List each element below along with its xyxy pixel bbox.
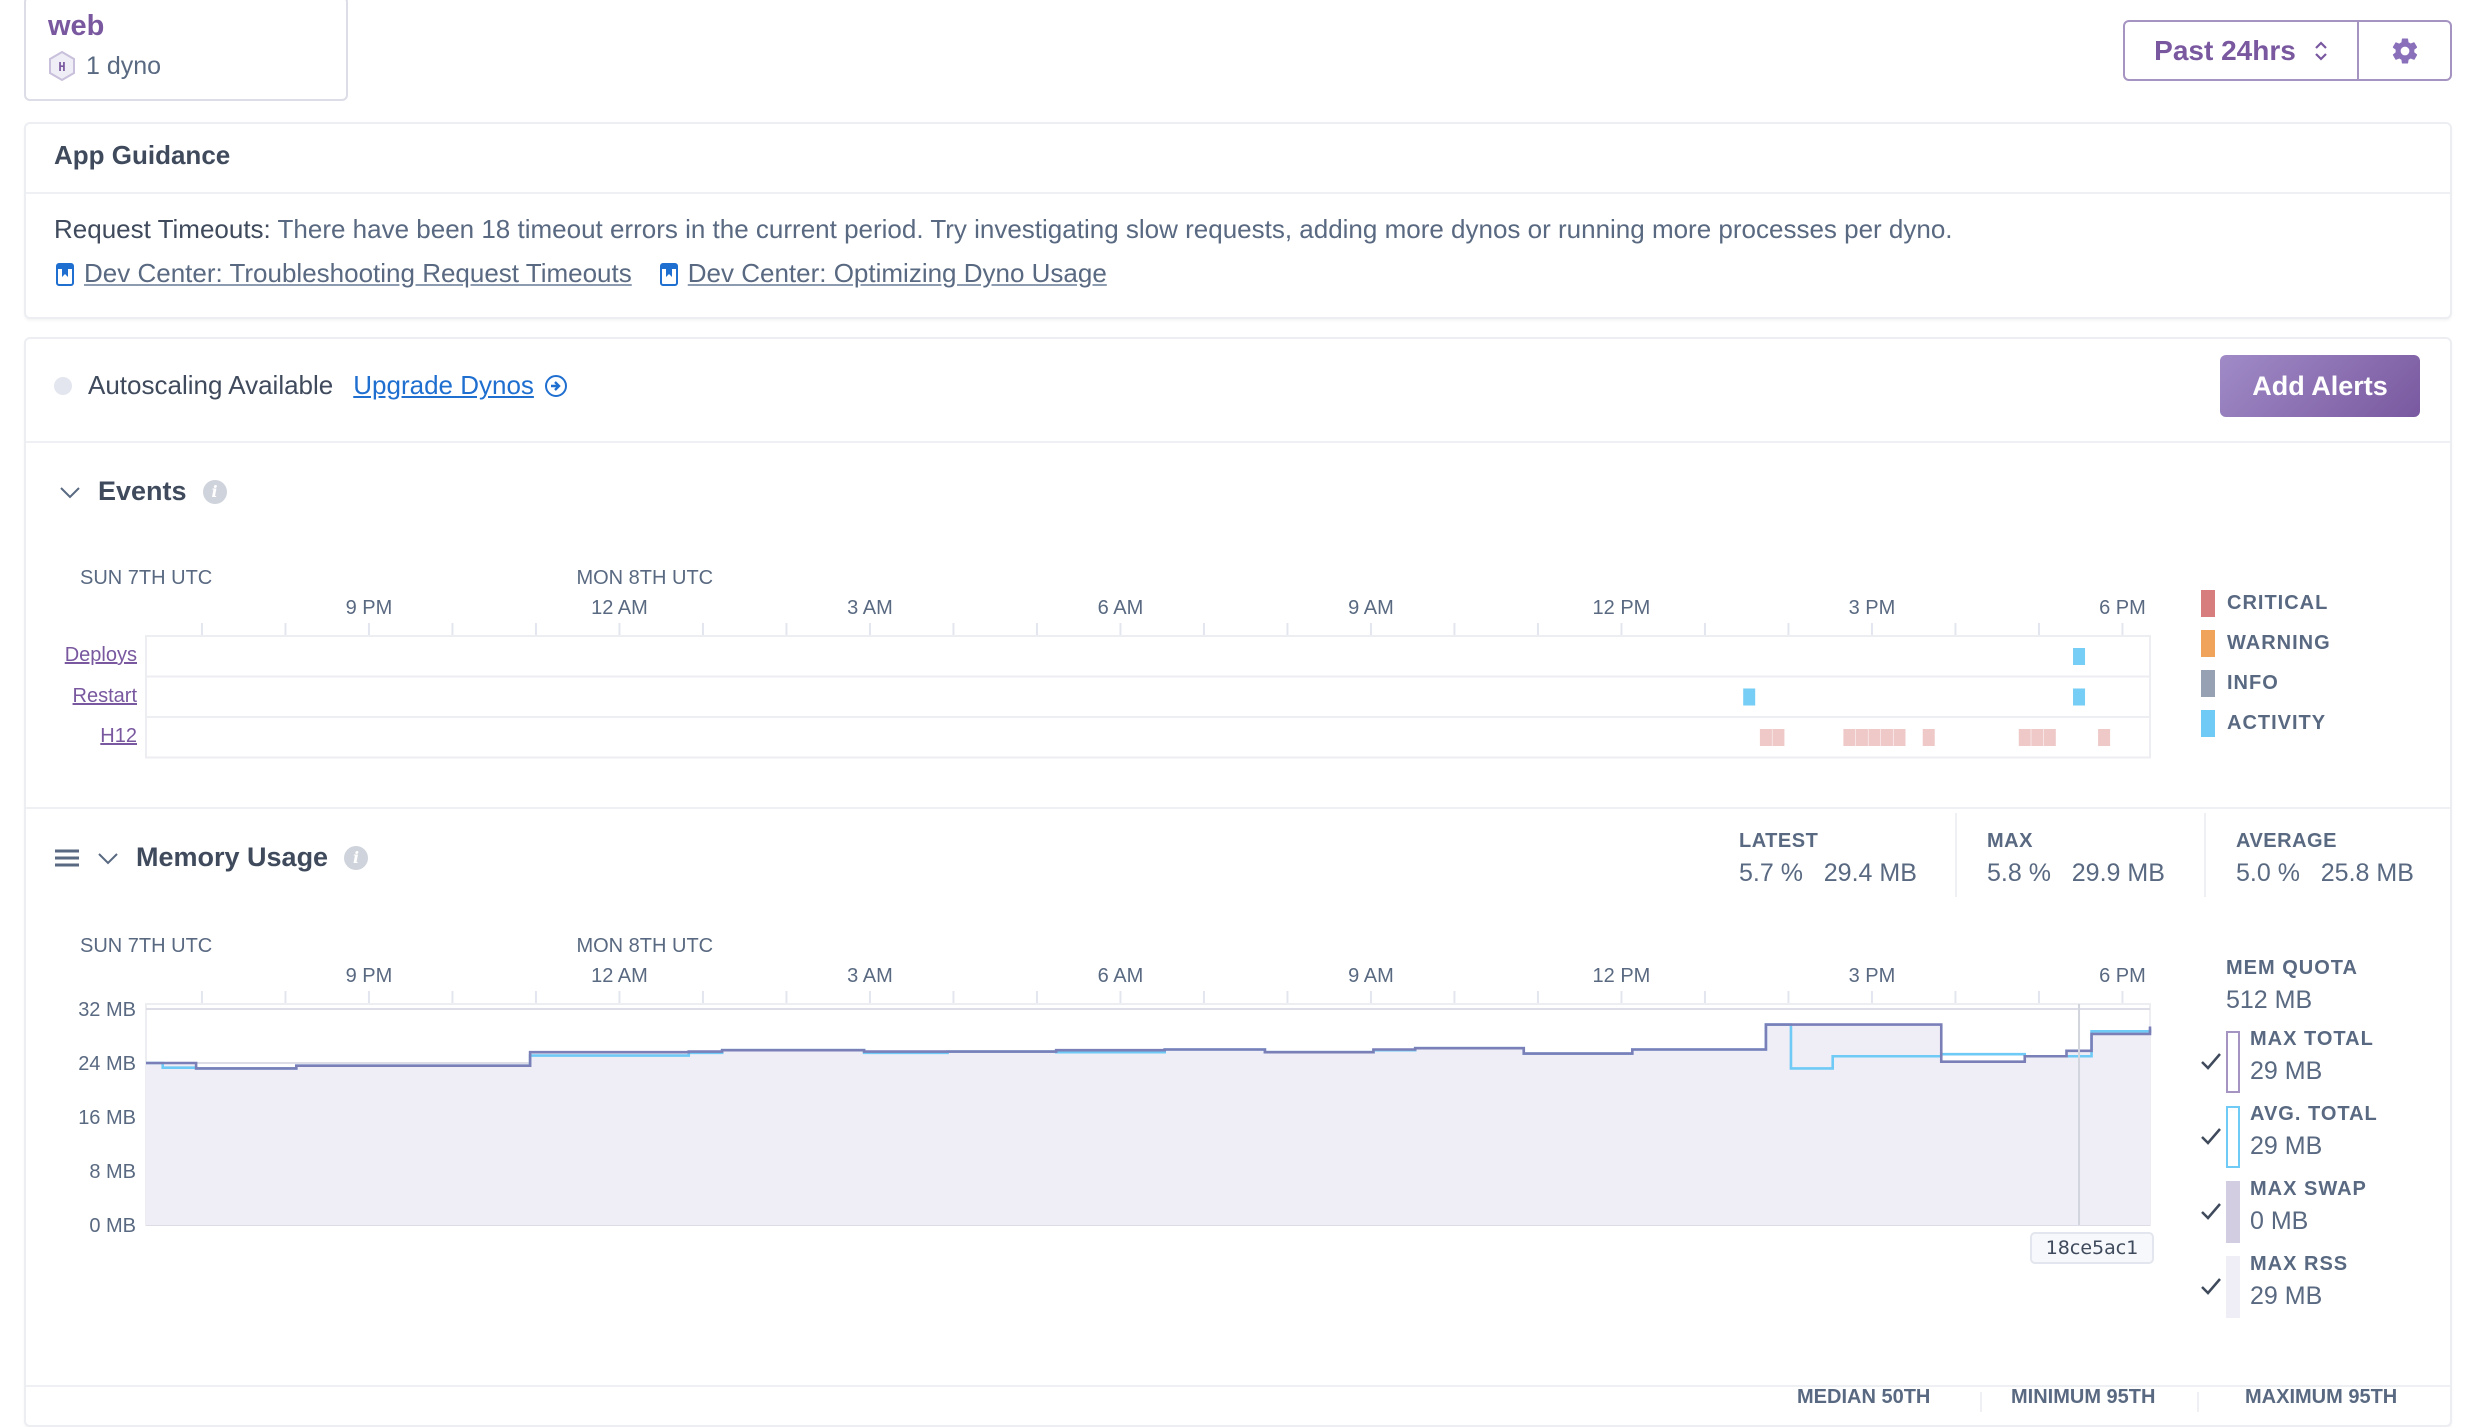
check-icon[interactable] <box>2200 1052 2222 1070</box>
stat-divider <box>2197 1392 2199 1412</box>
legend-label: AVG. TOTAL <box>2250 1103 2378 1125</box>
mem-quota-label: MEM QUOTA <box>2226 957 2358 979</box>
legend-label: MAX SWAP <box>2250 1178 2367 1200</box>
memory-chart: 0 MB 8 MB 16 MB 24 MB 32 MB <box>78 991 2152 1237</box>
legend-label: MAX TOTAL <box>2250 1028 2374 1050</box>
legend-swatch <box>2226 1031 2240 1093</box>
legend-value: 29 MB <box>2250 1057 2323 1085</box>
y-tick-label: 32 MB <box>78 999 136 1021</box>
mem-quota-value: 512 MB <box>2226 986 2313 1014</box>
legend-value: 29 MB <box>2250 1282 2323 1310</box>
legend-swatch <box>2226 1181 2240 1243</box>
mem-quota: MEM QUOTA 512 MB <box>2226 957 2358 1015</box>
legend-label: MAX RSS <box>2250 1253 2349 1275</box>
legend-swatch <box>2226 1256 2240 1318</box>
legend-text: MAX RSS 29 MB <box>2250 1253 2348 1311</box>
legend-value: 29 MB <box>2250 1132 2323 1160</box>
y-tick-label: 24 MB <box>78 1053 136 1075</box>
bottom-stat-median: MEDIAN 50TH <box>1797 1386 1931 1408</box>
y-tick-label: 8 MB <box>89 1161 136 1183</box>
deploy-commit-tag[interactable]: 18ce5ac1 <box>2030 1232 2154 1264</box>
legend-text: MAX TOTAL 29 MB <box>2250 1028 2374 1086</box>
bottom-stat-max95: MAXIMUM 95TH <box>2245 1386 2398 1408</box>
y-tick-label: 16 MB <box>78 1107 136 1129</box>
legend-swatch <box>2226 1106 2240 1168</box>
y-tick-label: 0 MB <box>89 1215 136 1237</box>
legend-text: AVG. TOTAL 29 MB <box>2250 1103 2378 1161</box>
check-icon[interactable] <box>2200 1127 2222 1145</box>
bottom-stat-min95: MINIMUM 95TH <box>2011 1386 2156 1408</box>
check-icon[interactable] <box>2200 1277 2222 1295</box>
check-icon[interactable] <box>2200 1202 2222 1220</box>
stat-divider <box>1980 1392 1982 1412</box>
legend-value: 0 MB <box>2250 1207 2309 1235</box>
legend-text: MAX SWAP 0 MB <box>2250 1178 2367 1236</box>
